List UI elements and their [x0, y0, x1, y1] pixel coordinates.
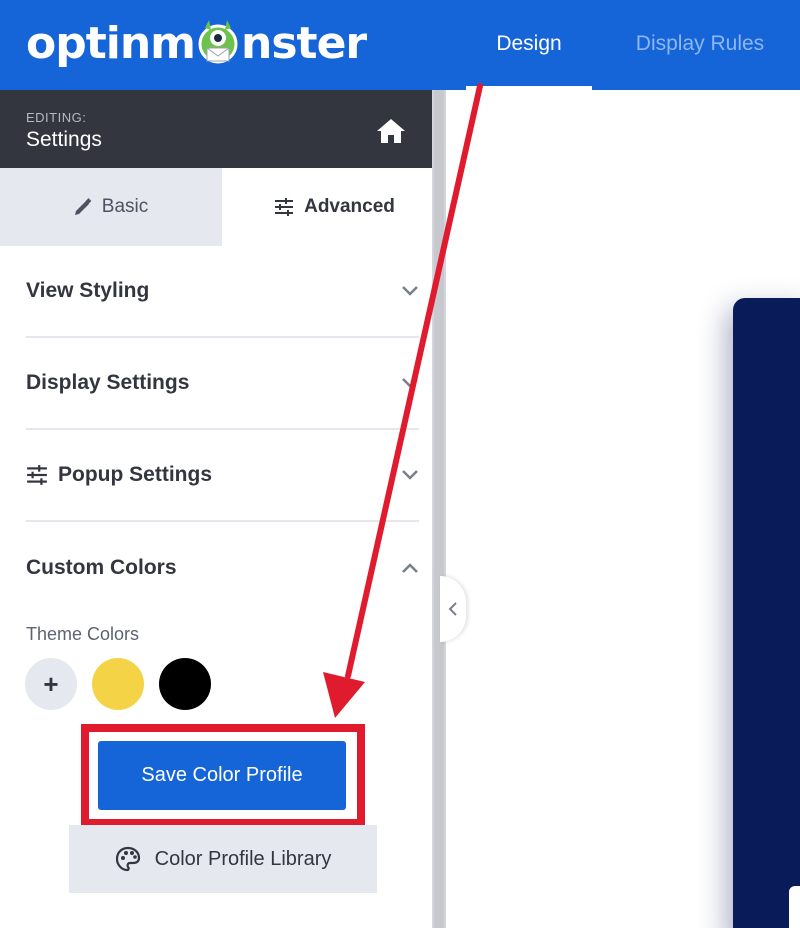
logo-text-left: optinm [26, 18, 196, 69]
tab-display-rules[interactable]: Display Rules [612, 0, 788, 90]
pencil-icon [74, 198, 92, 215]
tab-advanced[interactable]: Advanced [222, 168, 447, 246]
add-color-button[interactable]: + [25, 658, 77, 710]
section-view-styling[interactable]: View Styling [26, 246, 419, 338]
settings-panel: EDITING: Settings Basic Advanced View St… [0, 90, 447, 928]
annotation-highlight-box [81, 724, 365, 827]
logo-text-right: nster [241, 18, 367, 69]
theme-colors-label: Theme Colors [26, 624, 140, 644]
top-navigation-bar: optinm nster Design Display Rules [0, 0, 800, 90]
sliders-icon [275, 198, 294, 216]
chevron-up-icon [402, 563, 418, 573]
home-icon[interactable] [376, 118, 406, 144]
section-title: Custom Colors [26, 556, 177, 579]
tab-basic[interactable]: Basic [0, 168, 222, 246]
section-display-settings[interactable]: Display Settings [26, 338, 419, 430]
color-swatch-black[interactable] [159, 658, 211, 710]
tab-design[interactable]: Design [466, 0, 592, 90]
palette-icon [115, 846, 140, 872]
tab-advanced-label: Advanced [304, 196, 395, 217]
color-profile-library-label: Color Profile Library [154, 847, 332, 870]
chevron-down-icon [402, 470, 418, 480]
panel-tabs: Basic Advanced [0, 168, 447, 246]
section-popup-settings[interactable]: Popup Settings [26, 430, 419, 522]
panel-scrollbar-thumb[interactable] [434, 90, 444, 928]
chevron-down-icon [402, 286, 418, 296]
section-title: View Styling [26, 279, 150, 302]
section-title: Display Settings [26, 371, 190, 394]
section-title-wrap: Popup Settings [26, 463, 212, 487]
chevron-down-icon [402, 378, 418, 388]
tab-basic-label: Basic [101, 196, 149, 217]
editing-label: EDITING: [26, 110, 87, 125]
color-profile-library-button[interactable]: Color Profile Library [69, 825, 377, 893]
sliders-icon [27, 465, 47, 485]
section-custom-colors[interactable]: Custom Colors [26, 522, 419, 614]
color-swatch-yellow[interactable] [92, 658, 144, 710]
section-title: Popup Settings [58, 463, 212, 486]
chevron-left-icon [448, 602, 457, 616]
monster-mascot-icon [198, 20, 238, 64]
popup-preview-corner [789, 886, 800, 928]
editing-header: EDITING: Settings [0, 90, 447, 168]
editing-title: Settings [26, 128, 102, 151]
optinmonster-logo[interactable]: optinm nster [26, 18, 367, 70]
popup-preview-card[interactable] [733, 298, 800, 928]
